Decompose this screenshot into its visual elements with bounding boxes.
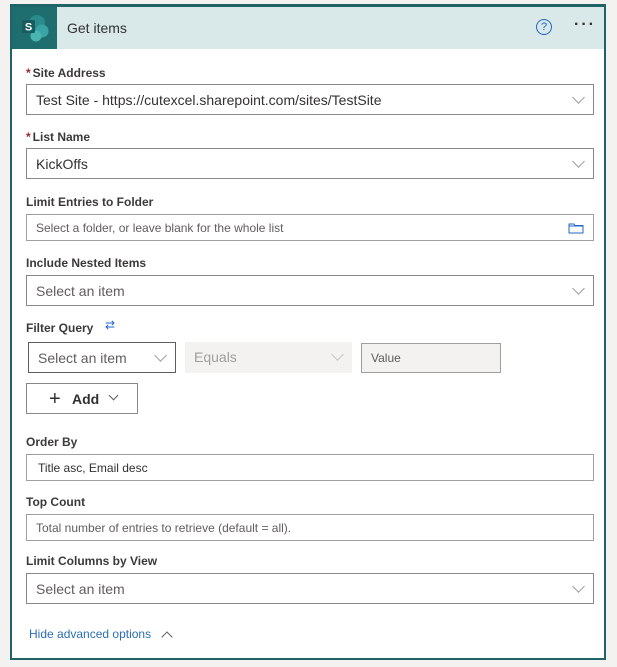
card-header[interactable]: S Get items ? ··· — [12, 7, 604, 49]
svg-text:S: S — [25, 22, 32, 34]
limit-columns-dropdown[interactable]: Select an item — [26, 573, 594, 604]
nested-items-label: Include Nested Items — [26, 256, 147, 270]
order-by-input[interactable]: Title asc, Email desc — [26, 454, 594, 481]
chevron-down-icon — [572, 91, 585, 104]
swap-mode-icon[interactable]: ⇄ — [105, 318, 115, 332]
chevron-down-icon — [154, 349, 167, 362]
get-items-card: S Get items ? ··· * Site Address Test Sit… — [10, 4, 606, 660]
chevron-down-icon — [572, 580, 585, 593]
folder-icon[interactable] — [568, 222, 584, 234]
site-address-dropdown[interactable]: Test Site - https://cutexcel.sharepoint.… — [26, 84, 594, 115]
limit-folder-input[interactable]: Select a folder, or leave blank for the … — [26, 214, 594, 241]
card-title: Get items — [67, 20, 127, 36]
list-name-dropdown[interactable]: KickOffs — [26, 148, 594, 179]
top-count-label: Top Count — [26, 495, 86, 509]
question-circle-icon[interactable]: ? — [536, 19, 552, 35]
plus-icon: + — [49, 388, 61, 410]
filter-field-dropdown[interactable]: Select an item — [28, 342, 176, 373]
top-count-input[interactable]: Total number of entries to retrieve (def… — [26, 514, 594, 541]
filter-value-input: Value — [361, 343, 501, 373]
filter-operator-dropdown: Equals — [185, 342, 352, 373]
site-address-label: * Site Address — [26, 66, 106, 80]
chevron-down-icon — [572, 282, 585, 295]
nested-items-dropdown[interactable]: Select an item — [26, 275, 594, 306]
chevron-up-icon[interactable] — [161, 631, 173, 643]
chevron-down-icon — [572, 155, 585, 168]
add-filter-button[interactable]: + Add — [26, 383, 138, 414]
chevron-down-icon — [331, 348, 344, 361]
limit-columns-label: Limit Columns by View — [26, 554, 158, 568]
order-by-label: Order By — [26, 435, 78, 449]
hide-advanced-options-link[interactable]: Hide advanced options — [29, 627, 151, 641]
limit-folder-label: Limit Entries to Folder — [26, 195, 154, 209]
ellipsis-icon[interactable]: ··· — [574, 16, 596, 34]
sharepoint-icon: S — [12, 7, 57, 49]
list-name-label: * List Name — [26, 130, 91, 144]
chevron-down-icon — [108, 390, 119, 401]
filter-query-label: Filter Query — [26, 321, 94, 335]
